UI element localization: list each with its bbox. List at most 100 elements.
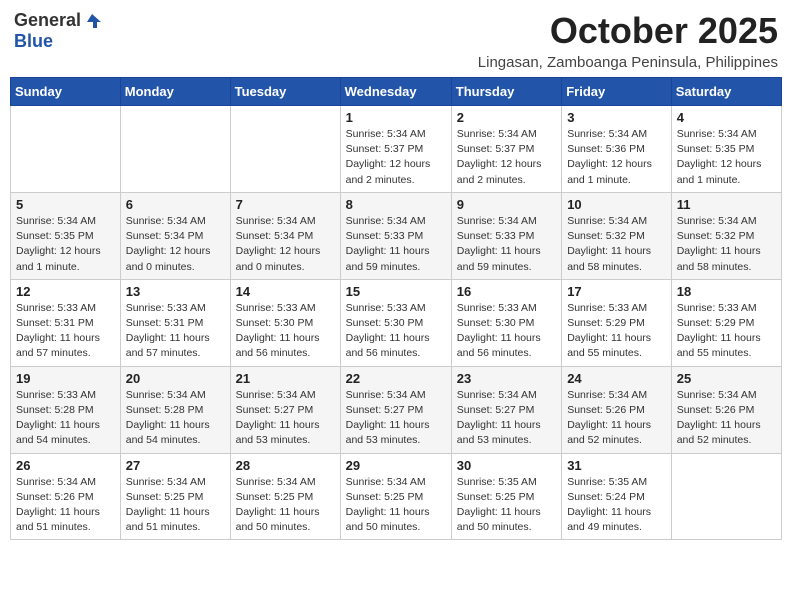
- calendar-cell: [11, 106, 121, 193]
- calendar-cell: 30Sunrise: 5:35 AM Sunset: 5:25 PM Dayli…: [451, 453, 561, 540]
- day-info: Sunrise: 5:34 AM Sunset: 5:36 PM Dayligh…: [567, 127, 666, 188]
- calendar-cell: 20Sunrise: 5:34 AM Sunset: 5:28 PM Dayli…: [120, 366, 230, 453]
- weekday-header-tuesday: Tuesday: [230, 78, 340, 106]
- day-info: Sunrise: 5:33 AM Sunset: 5:30 PM Dayligh…: [346, 301, 446, 362]
- day-number: 4: [677, 110, 776, 125]
- calendar-cell: 6 Sunrise: 5:34 AM Sunset: 5:34 PM Daylig…: [120, 192, 230, 279]
- calendar-cell: 10Sunrise: 5:34 AM Sunset: 5:32 PM Dayli…: [562, 192, 672, 279]
- weekday-header-monday: Monday: [120, 78, 230, 106]
- day-info: Sunrise: 5:34 AM Sunset: 5:33 PM Dayligh…: [457, 214, 556, 275]
- page-header: General Blue October 2025 Lingasan, Zamb…: [10, 10, 782, 71]
- day-info: Sunrise: 5:33 AM Sunset: 5:31 PM Dayligh…: [126, 301, 225, 362]
- calendar-cell: 2Sunrise: 5:34 AM Sunset: 5:37 PM Daylig…: [451, 106, 561, 193]
- calendar-cell: 19 Sunrise: 5:33 AM Sunset: 5:28 PM Dayli…: [11, 366, 121, 453]
- calendar-cell: 9 Sunrise: 5:34 AM Sunset: 5:33 PM Daylig…: [451, 192, 561, 279]
- calendar-cell: 1 Sunrise: 5:34 AM Sunset: 5:37 PM Daylig…: [340, 106, 451, 193]
- day-info: Sunrise: 5:34 AM Sunset: 5:26 PM Dayligh…: [567, 388, 666, 449]
- day-info: Sunrise: 5:34 AM Sunset: 5:26 PM Dayligh…: [16, 475, 115, 536]
- calendar-week-row: 26Sunrise: 5:34 AM Sunset: 5:26 PM Dayli…: [11, 453, 782, 540]
- calendar-week-row: 12 Sunrise: 5:33 AM Sunset: 5:31 PM Dayli…: [11, 279, 782, 366]
- calendar-cell: 15Sunrise: 5:33 AM Sunset: 5:30 PM Dayli…: [340, 279, 451, 366]
- logo-blue-text: Blue: [14, 31, 53, 52]
- month-title: October 2025: [478, 10, 778, 52]
- day-number: 25: [677, 371, 776, 386]
- calendar-cell: 31Sunrise: 5:35 AM Sunset: 5:24 PM Dayli…: [562, 453, 672, 540]
- calendar-cell: 4 Sunrise: 5:34 AM Sunset: 5:35 PM Daylig…: [671, 106, 781, 193]
- day-number: 6: [126, 197, 225, 212]
- day-info: Sunrise: 5:34 AM Sunset: 5:27 PM Dayligh…: [236, 388, 335, 449]
- calendar-cell: 26Sunrise: 5:34 AM Sunset: 5:26 PM Dayli…: [11, 453, 121, 540]
- calendar-cell: 14Sunrise: 5:33 AM Sunset: 5:30 PM Dayli…: [230, 279, 340, 366]
- calendar-cell: 13Sunrise: 5:33 AM Sunset: 5:31 PM Dayli…: [120, 279, 230, 366]
- day-info: Sunrise: 5:34 AM Sunset: 5:37 PM Dayligh…: [346, 127, 446, 188]
- day-number: 3: [567, 110, 666, 125]
- day-info: Sunrise: 5:34 AM Sunset: 5:32 PM Dayligh…: [567, 214, 666, 275]
- weekday-header-saturday: Saturday: [671, 78, 781, 106]
- day-number: 2: [457, 110, 556, 125]
- day-number: 1: [346, 110, 446, 125]
- day-number: 16: [457, 284, 556, 299]
- location-title: Lingasan, Zamboanga Peninsula, Philippin…: [478, 54, 778, 71]
- logo-general-text: General: [14, 10, 81, 31]
- day-number: 29: [346, 458, 446, 473]
- calendar-cell: 28 Sunrise: 5:34 AM Sunset: 5:25 PM Dayli…: [230, 453, 340, 540]
- day-number: 18: [677, 284, 776, 299]
- logo-bird-icon: [83, 12, 101, 30]
- day-number: 8: [346, 197, 446, 212]
- day-info: Sunrise: 5:33 AM Sunset: 5:29 PM Dayligh…: [567, 301, 666, 362]
- calendar-cell: 5Sunrise: 5:34 AM Sunset: 5:35 PM Daylig…: [11, 192, 121, 279]
- day-number: 9: [457, 197, 556, 212]
- day-number: 28: [236, 458, 335, 473]
- calendar-cell: 22 Sunrise: 5:34 AM Sunset: 5:27 PM Dayli…: [340, 366, 451, 453]
- day-info: Sunrise: 5:34 AM Sunset: 5:25 PM Dayligh…: [126, 475, 225, 536]
- calendar-table: SundayMondayTuesdayWednesdayThursdayFrid…: [10, 77, 782, 540]
- day-info: Sunrise: 5:33 AM Sunset: 5:30 PM Dayligh…: [236, 301, 335, 362]
- day-info: Sunrise: 5:34 AM Sunset: 5:27 PM Dayligh…: [457, 388, 556, 449]
- day-info: Sunrise: 5:33 AM Sunset: 5:31 PM Dayligh…: [16, 301, 115, 362]
- calendar-cell: [230, 106, 340, 193]
- day-info: Sunrise: 5:33 AM Sunset: 5:30 PM Dayligh…: [457, 301, 556, 362]
- day-number: 27: [126, 458, 225, 473]
- calendar-cell: 25 Sunrise: 5:34 AM Sunset: 5:26 PM Dayli…: [671, 366, 781, 453]
- day-number: 21: [236, 371, 335, 386]
- day-info: Sunrise: 5:34 AM Sunset: 5:25 PM Dayligh…: [346, 475, 446, 536]
- day-info: Sunrise: 5:34 AM Sunset: 5:28 PM Dayligh…: [126, 388, 225, 449]
- day-info: Sunrise: 5:34 AM Sunset: 5:33 PM Dayligh…: [346, 214, 446, 275]
- logo: General Blue: [14, 10, 101, 52]
- calendar-cell: 21 Sunrise: 5:34 AM Sunset: 5:27 PM Dayli…: [230, 366, 340, 453]
- calendar-cell: 11 Sunrise: 5:34 AM Sunset: 5:32 PM Dayli…: [671, 192, 781, 279]
- calendar-week-row: 1 Sunrise: 5:34 AM Sunset: 5:37 PM Daylig…: [11, 106, 782, 193]
- day-number: 17: [567, 284, 666, 299]
- day-info: Sunrise: 5:34 AM Sunset: 5:26 PM Dayligh…: [677, 388, 776, 449]
- calendar-cell: 7Sunrise: 5:34 AM Sunset: 5:34 PM Daylig…: [230, 192, 340, 279]
- calendar-cell: 24 Sunrise: 5:34 AM Sunset: 5:26 PM Dayli…: [562, 366, 672, 453]
- calendar-week-row: 5Sunrise: 5:34 AM Sunset: 5:35 PM Daylig…: [11, 192, 782, 279]
- day-info: Sunrise: 5:34 AM Sunset: 5:27 PM Dayligh…: [346, 388, 446, 449]
- calendar-week-row: 19 Sunrise: 5:33 AM Sunset: 5:28 PM Dayli…: [11, 366, 782, 453]
- day-number: 23: [457, 371, 556, 386]
- day-number: 30: [457, 458, 556, 473]
- day-number: 22: [346, 371, 446, 386]
- calendar-cell: 23 Sunrise: 5:34 AM Sunset: 5:27 PM Dayli…: [451, 366, 561, 453]
- day-info: Sunrise: 5:34 AM Sunset: 5:32 PM Dayligh…: [677, 214, 776, 275]
- day-info: Sunrise: 5:33 AM Sunset: 5:28 PM Dayligh…: [16, 388, 115, 449]
- day-info: Sunrise: 5:34 AM Sunset: 5:35 PM Dayligh…: [677, 127, 776, 188]
- day-info: Sunrise: 5:33 AM Sunset: 5:29 PM Dayligh…: [677, 301, 776, 362]
- day-number: 12: [16, 284, 115, 299]
- calendar-cell: 29 Sunrise: 5:34 AM Sunset: 5:25 PM Dayli…: [340, 453, 451, 540]
- calendar-header-row: SundayMondayTuesdayWednesdayThursdayFrid…: [11, 78, 782, 106]
- day-number: 11: [677, 197, 776, 212]
- calendar-cell: 18 Sunrise: 5:33 AM Sunset: 5:29 PM Dayli…: [671, 279, 781, 366]
- day-number: 24: [567, 371, 666, 386]
- calendar-cell: 3 Sunrise: 5:34 AM Sunset: 5:36 PM Daylig…: [562, 106, 672, 193]
- day-info: Sunrise: 5:34 AM Sunset: 5:25 PM Dayligh…: [236, 475, 335, 536]
- day-info: Sunrise: 5:34 AM Sunset: 5:34 PM Dayligh…: [236, 214, 335, 275]
- calendar-cell: 8 Sunrise: 5:34 AM Sunset: 5:33 PM Daylig…: [340, 192, 451, 279]
- day-info: Sunrise: 5:35 AM Sunset: 5:24 PM Dayligh…: [567, 475, 666, 536]
- day-info: Sunrise: 5:34 AM Sunset: 5:34 PM Dayligh…: [126, 214, 225, 275]
- weekday-header-thursday: Thursday: [451, 78, 561, 106]
- calendar-cell: [671, 453, 781, 540]
- day-number: 19: [16, 371, 115, 386]
- day-number: 5: [16, 197, 115, 212]
- calendar-cell: 16 Sunrise: 5:33 AM Sunset: 5:30 PM Dayli…: [451, 279, 561, 366]
